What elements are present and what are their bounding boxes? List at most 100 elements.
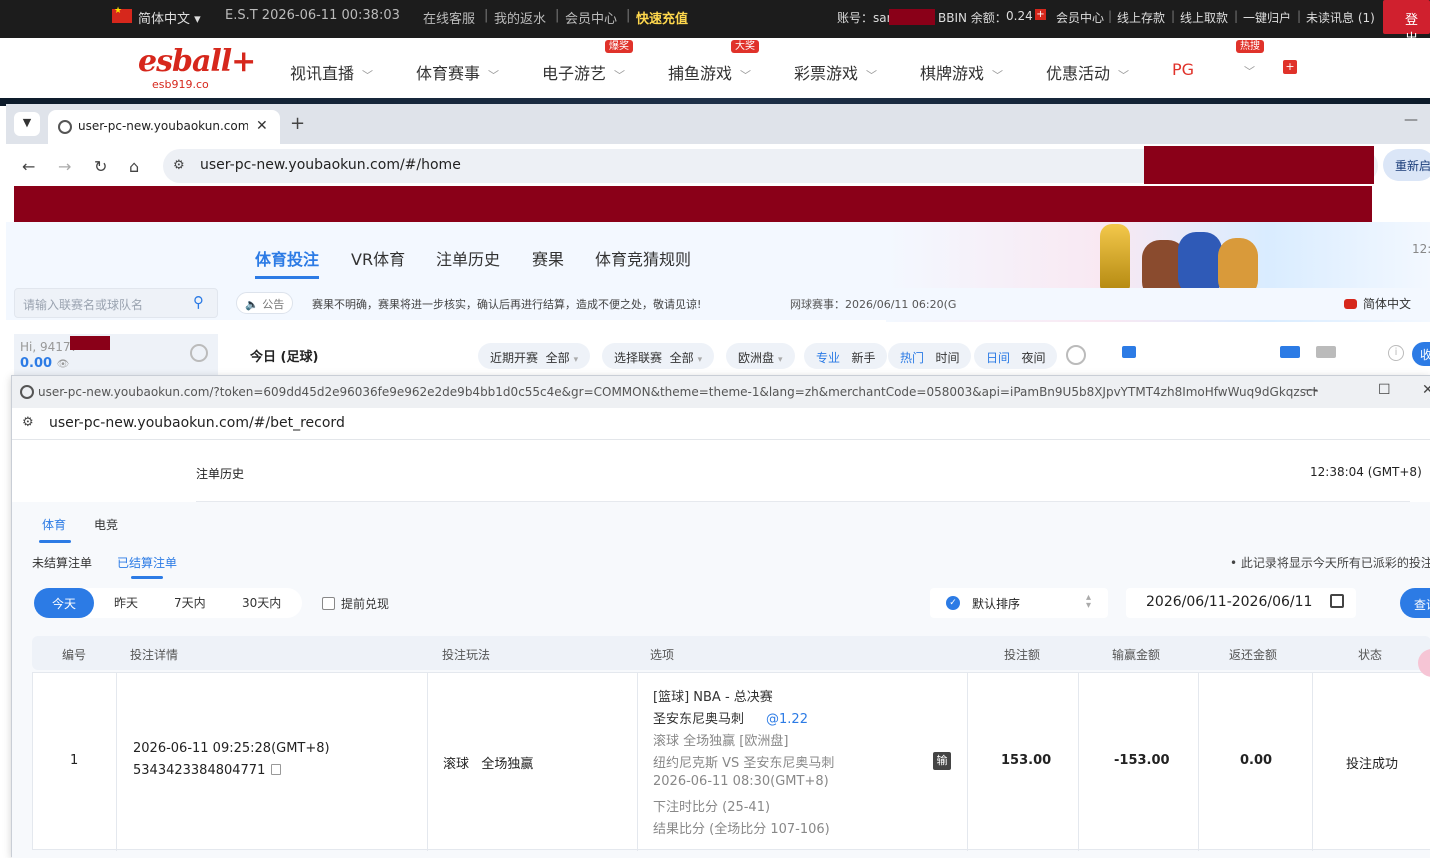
date-tab-7days[interactable]: 7天内 [174,594,206,611]
filter-bar: 今天 昨天 7天内 30天内 提前兑现 ✓ 默认排序 ▴ ▾ 2026/06/11… [32,588,1430,628]
calendar-icon[interactable] [1330,594,1344,608]
tab-title: user-pc-new.youbaokun.com [78,119,248,133]
member-center-link[interactable]: 会员中心 [565,8,617,27]
tab-sports-betting[interactable]: 体育投注 [255,246,320,279]
option-odds: @1.22 [766,712,808,727]
customer-service-link[interactable]: 在线客服 [423,8,475,27]
tab-vr-sports[interactable]: VR体育 [351,246,405,270]
league-search-input[interactable]: 请输入联赛名或球队名 ⚲ [14,288,218,318]
back-icon[interactable]: ← [22,157,35,176]
checkbox-icon [322,597,335,610]
quick-recharge-link[interactable]: 快速充值 [636,8,688,27]
option-market: 滚球 全场独赢 [欧洲盘] [653,734,789,749]
minimize-icon[interactable]: — [1404,112,1418,128]
online-deposit-link[interactable]: 线上存款 [1117,9,1165,26]
theme-toggle[interactable]: 日间 夜间 [974,343,1058,369]
nav-pg[interactable]: PG [1172,60,1194,79]
nav-sports[interactable]: 体育赛事 ﹀ [416,60,499,84]
tab-results[interactable]: 赛果 [532,246,564,270]
home-icon[interactable]: ⌂ [129,157,139,176]
sort-select[interactable]: ✓ 默认排序 ▴ ▾ [930,588,1108,618]
field-icon[interactable] [1316,346,1336,358]
url-text: user-pc-new.youbaokun.com/#/home [200,157,461,173]
search-notice-row: 请输入联赛名或球队名 ⚲ 🔈 公告 赛果不明确，赛果将进一步核实，确认后再进行结… [6,288,1430,320]
copy-icon[interactable] [271,764,282,775]
col-status: 状态 [1358,648,1383,662]
updown-icon: ▴ ▾ [1086,592,1092,611]
nav-card-games[interactable]: 棋牌游戏 ﹀ [920,60,1003,84]
search-placeholder: 请输入联赛名或球队名 [23,298,144,312]
nav-fishing[interactable]: 捕鱼游戏 ﹀ [668,60,751,84]
league-select[interactable]: 选择联赛 全部 ▾ [602,343,715,369]
sort-value: 默认排序 [972,597,1021,611]
close-icon[interactable]: ✕ [1422,382,1430,398]
restart-button[interactable]: 重新启 [1383,149,1430,181]
forward-icon[interactable]: → [58,157,71,176]
member-center-link-2[interactable]: 会员中心 [1056,9,1104,26]
refresh-icon[interactable] [1066,345,1086,365]
recent-start-select[interactable]: 近期开赛 全部 ▾ [478,343,591,369]
scoreboard-icon[interactable] [1280,346,1300,358]
add-balance-icon[interactable]: + [1035,9,1046,20]
china-flag-icon [112,6,132,23]
col-option: 选项 [650,648,675,662]
mode-toggle[interactable]: 专业 新手 [804,343,888,369]
chevron-down-icon: ﹀ [614,69,626,82]
early-cashout-checkbox[interactable]: 提前兑现 [322,595,389,612]
order-id: 5343423384804771 [133,763,282,778]
tab-unsettled[interactable]: 未结算注单 [32,554,92,571]
browser-tab[interactable]: user-pc-new.youbaokun.com ✕ [48,110,280,144]
date-tab-30days[interactable]: 30天内 [242,594,281,611]
reload-icon[interactable]: ↻ [94,157,107,176]
today-filter-bar: 今日 (足球) 近期开赛 全部 ▾ 选择联赛 全部 ▾ 欧洲盘 ▾ 专业 新手 热门 … [232,334,1094,376]
tab-sports[interactable]: 体育 [42,516,66,533]
tv-icon[interactable] [1122,346,1136,358]
logout-button[interactable]: 登出 [1383,0,1430,47]
date-range-input[interactable]: 2026/06/11-2026/06/11 [1126,588,1356,618]
nav-slots[interactable]: 电子游艺 ﹀ [542,60,625,84]
col-win-loss: 输赢金额 [1112,648,1161,662]
date-tab-yesterday[interactable]: 昨天 [114,594,138,611]
table-row[interactable]: 1 2026-06-11 09:25:28(GMT+8) 53434233848… [32,672,1430,851]
option-match-time: 2026-06-11 08:30(GMT+8) [653,774,829,789]
close-tab-icon[interactable]: ✕ [256,118,268,134]
user-info: Hi, 94177 0.00 👁 [14,334,218,376]
info-icon[interactable]: i [1388,345,1404,361]
chevron-down-icon: ﹀ [1244,65,1255,78]
page-title: 注单历史 [196,467,245,481]
rebate-link[interactable]: 我的返水 [494,8,546,27]
tab-esports[interactable]: 电竞 [94,516,118,533]
slots-badge: 爆奖 [605,40,633,53]
tab-search-button[interactable]: ▼ [14,112,40,136]
bet-record-header: 注单历史 12:38:04 (GMT+8) [12,440,1430,502]
nav-hot-search[interactable]: ﹀ [1236,60,1255,79]
table-header: 编号 投注详情 投注玩法 选项 投注额 输赢金额 返还金额 状态 [32,636,1430,670]
tab-settled[interactable]: 已结算注单 [117,554,177,571]
tab-bet-history[interactable]: 注单历史 [436,246,500,270]
site-info-icon[interactable]: ⚙ [22,415,34,430]
odds-type-select[interactable]: 欧洲盘 ▾ [726,343,795,369]
date-tab-today[interactable]: 今天 [34,588,95,618]
site-info-icon[interactable]: ⚙ [173,158,185,173]
nav-live-video[interactable]: 视讯直播 ﹀ [290,60,373,84]
minimize-icon[interactable]: — [1304,382,1318,398]
nav-promotions[interactable]: 优惠活动 ﹀ [1046,60,1129,84]
language-select[interactable]: 简体中文 ▾ [138,8,201,27]
maximize-icon[interactable]: ☐ [1378,382,1391,398]
tab-rules[interactable]: 体育竞猜规则 [595,246,691,270]
new-tab-button[interactable]: + [290,113,305,134]
esball-logo[interactable]: esball+ esb919.co [138,44,256,92]
site-language-select[interactable]: 简体中文 [1344,295,1411,312]
swiss-flag-icon[interactable]: + [1283,60,1297,74]
refresh-balance-icon[interactable] [190,344,208,362]
option-bet-score: 下注时比分 (25-41) [653,800,771,815]
one-key-transfer-link[interactable]: 一键归户 [1243,9,1291,26]
collapse-button[interactable]: 收 [1412,342,1430,366]
sort-toggle[interactable]: 热门 时间 [888,343,972,369]
search-icon[interactable]: ⚲ [193,293,204,311]
online-withdraw-link[interactable]: 线上取款 [1180,9,1228,26]
query-button[interactable]: 查询 [1400,588,1430,618]
eye-icon[interactable]: 👁 [57,359,70,370]
unread-messages-link[interactable]: 未读讯息 (1) [1306,9,1375,26]
nav-lottery[interactable]: 彩票游戏 ﹀ [794,60,877,84]
